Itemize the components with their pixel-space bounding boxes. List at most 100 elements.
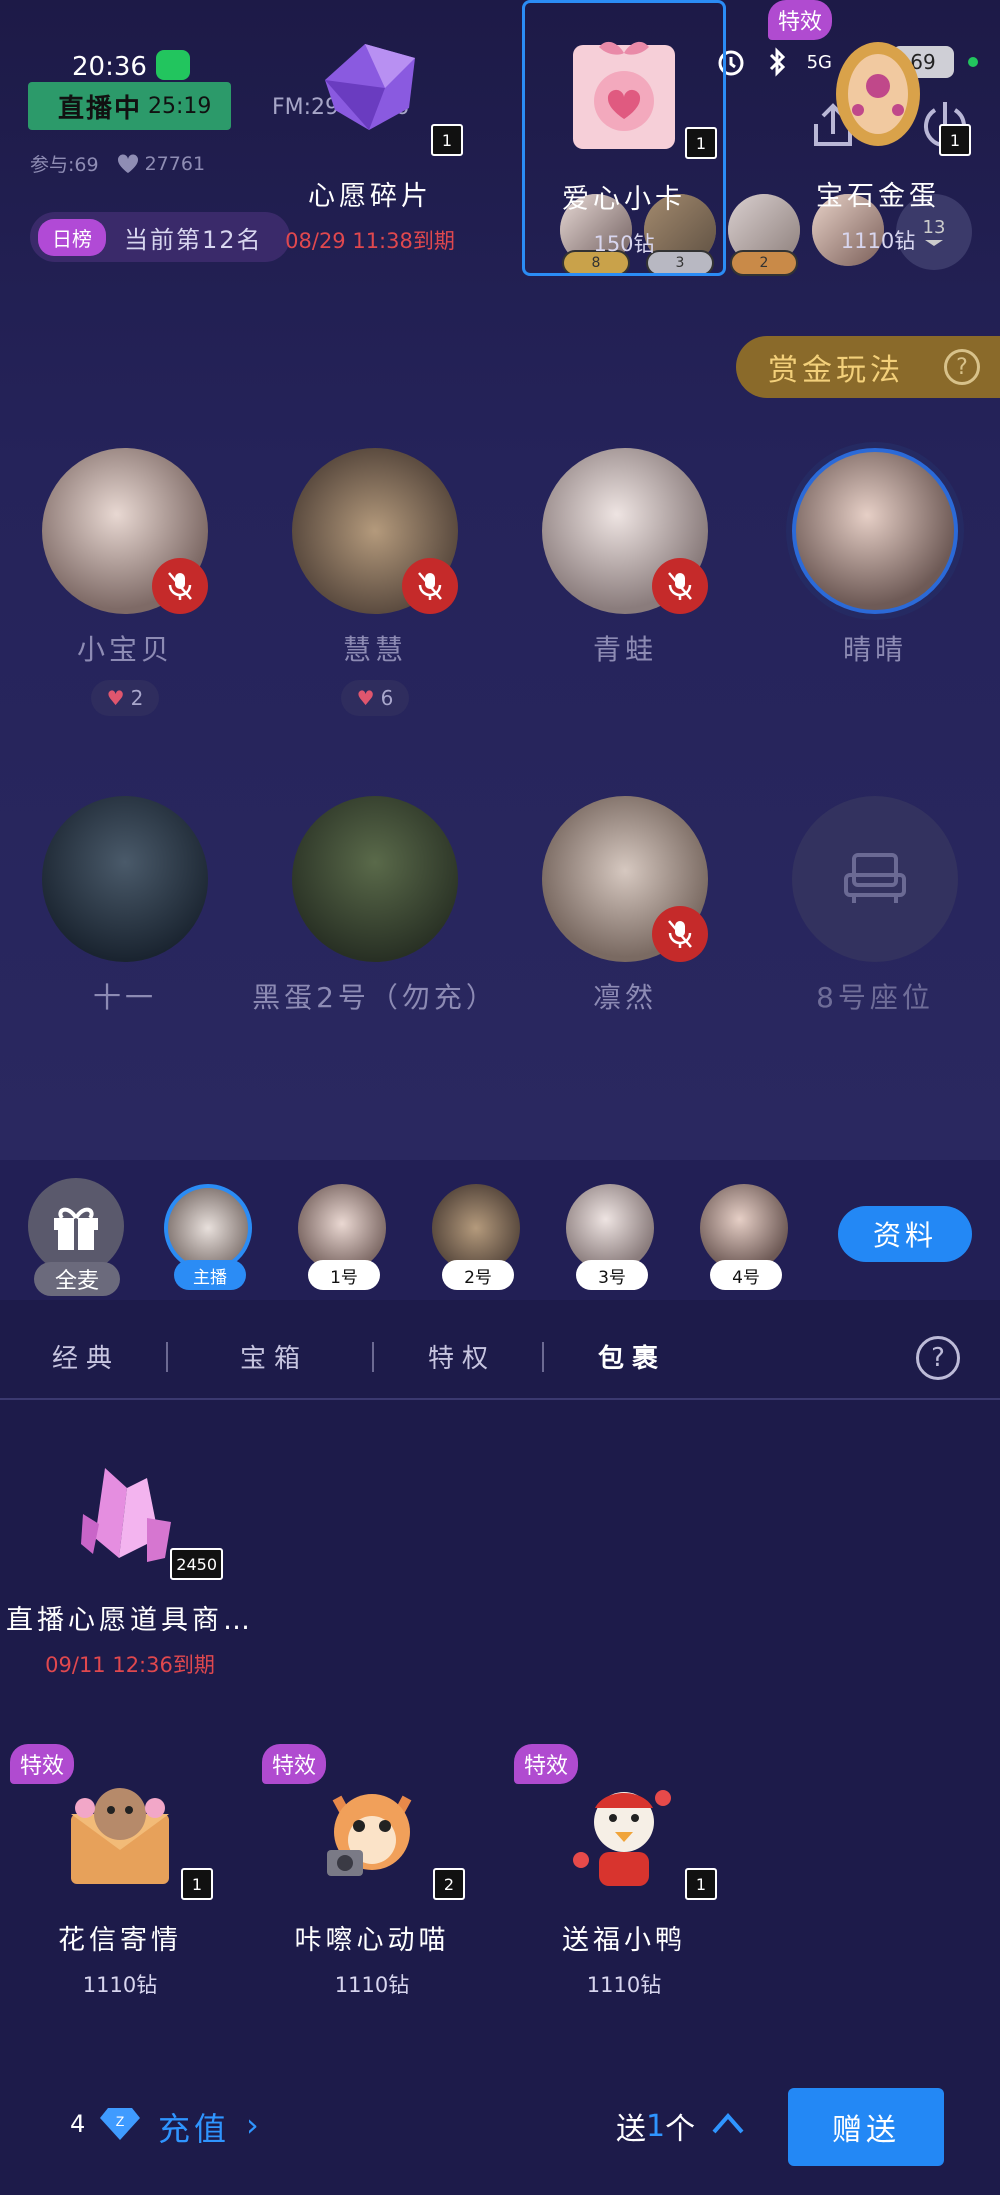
avatar [292,796,458,962]
heart-count: 2 [130,686,144,710]
seat-name: 晴晴 [842,633,907,666]
gift-name: 送福小鸭 [562,1925,686,1956]
love-card-icon: 1 [559,27,717,159]
rank-text: 当前第12名 [124,225,263,254]
help-icon[interactable]: ? [944,349,980,385]
profile-button[interactable]: 资料 [838,1206,972,1262]
tab-privilege[interactable]: 特权 [428,1338,496,1375]
gift-name: 宝石金蛋 [816,181,940,212]
tab-backpack[interactable]: 包裹 [598,1338,666,1375]
gift-item[interactable]: 1 特效 宝石金蛋 1110钻 [768,0,980,276]
tab-divider [542,1342,544,1372]
mic-muted-icon [402,558,458,614]
special-effect-tag: 特效 [262,1744,327,1784]
send-quantity[interactable]: 送 1 个 [616,2104,695,2148]
gift-quantity: 1 [181,1868,213,1900]
gift-quantity: 1 [685,127,717,159]
special-effect-tag: 特效 [10,1744,75,1784]
gift-icon [54,1207,98,1250]
mic-seat[interactable]: 十一 [40,796,210,1016]
live-timer: 25:19 [148,93,212,119]
recipient-seat-4[interactable]: 4号 [700,1184,790,1290]
mic-muted-icon [152,558,208,614]
bounty-game-button[interactable]: 赏金玩法 ? [736,336,1000,398]
gift-name: 心愿碎片 [308,181,432,212]
special-effect-tag: 特效 [514,1744,579,1784]
avatar [542,448,708,614]
avatar [164,1184,252,1272]
gift-quantity: 2 [433,1868,465,1900]
gift-name: 咔嚓心动喵 [294,1925,450,1956]
rank-tag: 日榜 [38,218,106,256]
mic-seat[interactable]: 青蛙 [540,448,710,668]
diamond-icon: Z [100,2108,140,2140]
give-gift-button[interactable]: 赠送 [788,2088,944,2166]
recharge-button[interactable]: 充值 [158,2104,230,2150]
tab-divider-line [0,1398,1000,1400]
send-bar: 4 Z 充值 › 送 1 个 赠送 [0,2080,1000,2180]
gift-price: 1110钻 [334,1973,410,1997]
bounty-label: 赏金玩法 [768,353,904,388]
gift-price: 150钻 [593,232,655,256]
svg-text:Z: Z [116,2113,125,2129]
gift-item[interactable]: 2 特效 咔嚓心动喵 1110钻 [262,1744,474,2020]
send-suffix: 个 [665,2112,696,2147]
empty-seat[interactable]: 8号座位 [790,796,960,1016]
gift-quantity: 2450 [170,1548,223,1580]
chevron-up-icon[interactable] [710,2108,746,2138]
camera-cat-icon: 2 [307,1768,465,1900]
seat-hearts: ♥ 2 [90,680,160,716]
lucky-duck-icon: 1 [559,1768,717,1900]
all-mic-button[interactable] [28,1178,124,1274]
gift-price: 1110钻 [82,1973,158,1997]
gift-price: 1110钻 [586,1973,662,1997]
mic-seat[interactable]: 慧慧 ♥ 6 [290,448,460,716]
gift-name: 直播心愿道具商… [6,1605,254,1636]
tab-treasure-box[interactable]: 宝箱 [240,1338,308,1375]
avatar [542,796,708,962]
mic-seat[interactable]: 黑蛋2号（勿充） [252,796,494,1016]
mic-seat[interactable]: 凛然 [540,796,710,1016]
gift-item[interactable]: 2450 直播心愿道具商… 09/11 12:36到期 [6,1424,250,1700]
empty-seat-circle [792,796,958,962]
recipient-seat-2[interactable]: 2号 [432,1184,522,1290]
help-icon[interactable]: ? [916,1336,960,1380]
gift-item[interactable]: 1 特效 送福小鸭 1110钻 [514,1744,726,2020]
all-mic-label: 全麦 [34,1262,120,1296]
recipient-label: 1号 [308,1260,380,1290]
special-effect-tag: 特效 [768,0,833,40]
gift-name: 花信寄情 [58,1925,182,1956]
recipient-host[interactable]: 主播 [164,1184,254,1290]
mic-seat[interactable]: 晴晴 [790,448,960,668]
room-stats: 参与:69 27761 [30,150,205,177]
mic-seat[interactable]: 小宝贝 ♥ 2 [40,448,210,716]
gift-item[interactable]: 1 特效 花信寄情 1110钻 [10,1744,222,2020]
gift-item-selected[interactable]: 1 爱心小卡 150钻 [522,0,726,276]
status-time: 20:36 [72,52,147,82]
tab-classic[interactable]: 经典 [52,1338,120,1375]
avatar [42,796,208,962]
diamond-balance: 4 [70,2110,86,2138]
gift-tabs: 经典 宝箱 特权 包裹 [0,1330,1000,1390]
seat-name: 小宝贝 [76,633,173,666]
heart-count: 6 [380,686,394,710]
recipient-seat-3[interactable]: 3号 [566,1184,656,1290]
mic-muted-icon [652,906,708,962]
mic-muted-icon [652,558,708,614]
recipient-label: 4号 [710,1260,782,1290]
chevron-right-icon[interactable]: › [246,2106,259,2144]
gift-price: 1110钻 [840,229,916,253]
flower-letter-icon: 1 [55,1768,213,1900]
gift-item[interactable]: 1 心愿碎片 08/29 11:38到期 [268,0,472,276]
daily-rank-pill[interactable]: 日榜 当前第12名 [30,212,290,262]
live-label: 直播中 [58,93,143,124]
recipient-label: 2号 [442,1260,514,1290]
heart-icon: ♥ [356,686,375,710]
recipient-seat-1[interactable]: 1号 [298,1184,388,1290]
heart-icon: ♥ [106,686,125,710]
likes-count: 27761 [144,152,206,175]
tab-divider [166,1342,168,1372]
avatar [298,1184,386,1272]
seat-name: 黑蛋2号（勿充） [252,981,498,1014]
gift-expiry: 09/11 12:36到期 [45,1653,215,1677]
